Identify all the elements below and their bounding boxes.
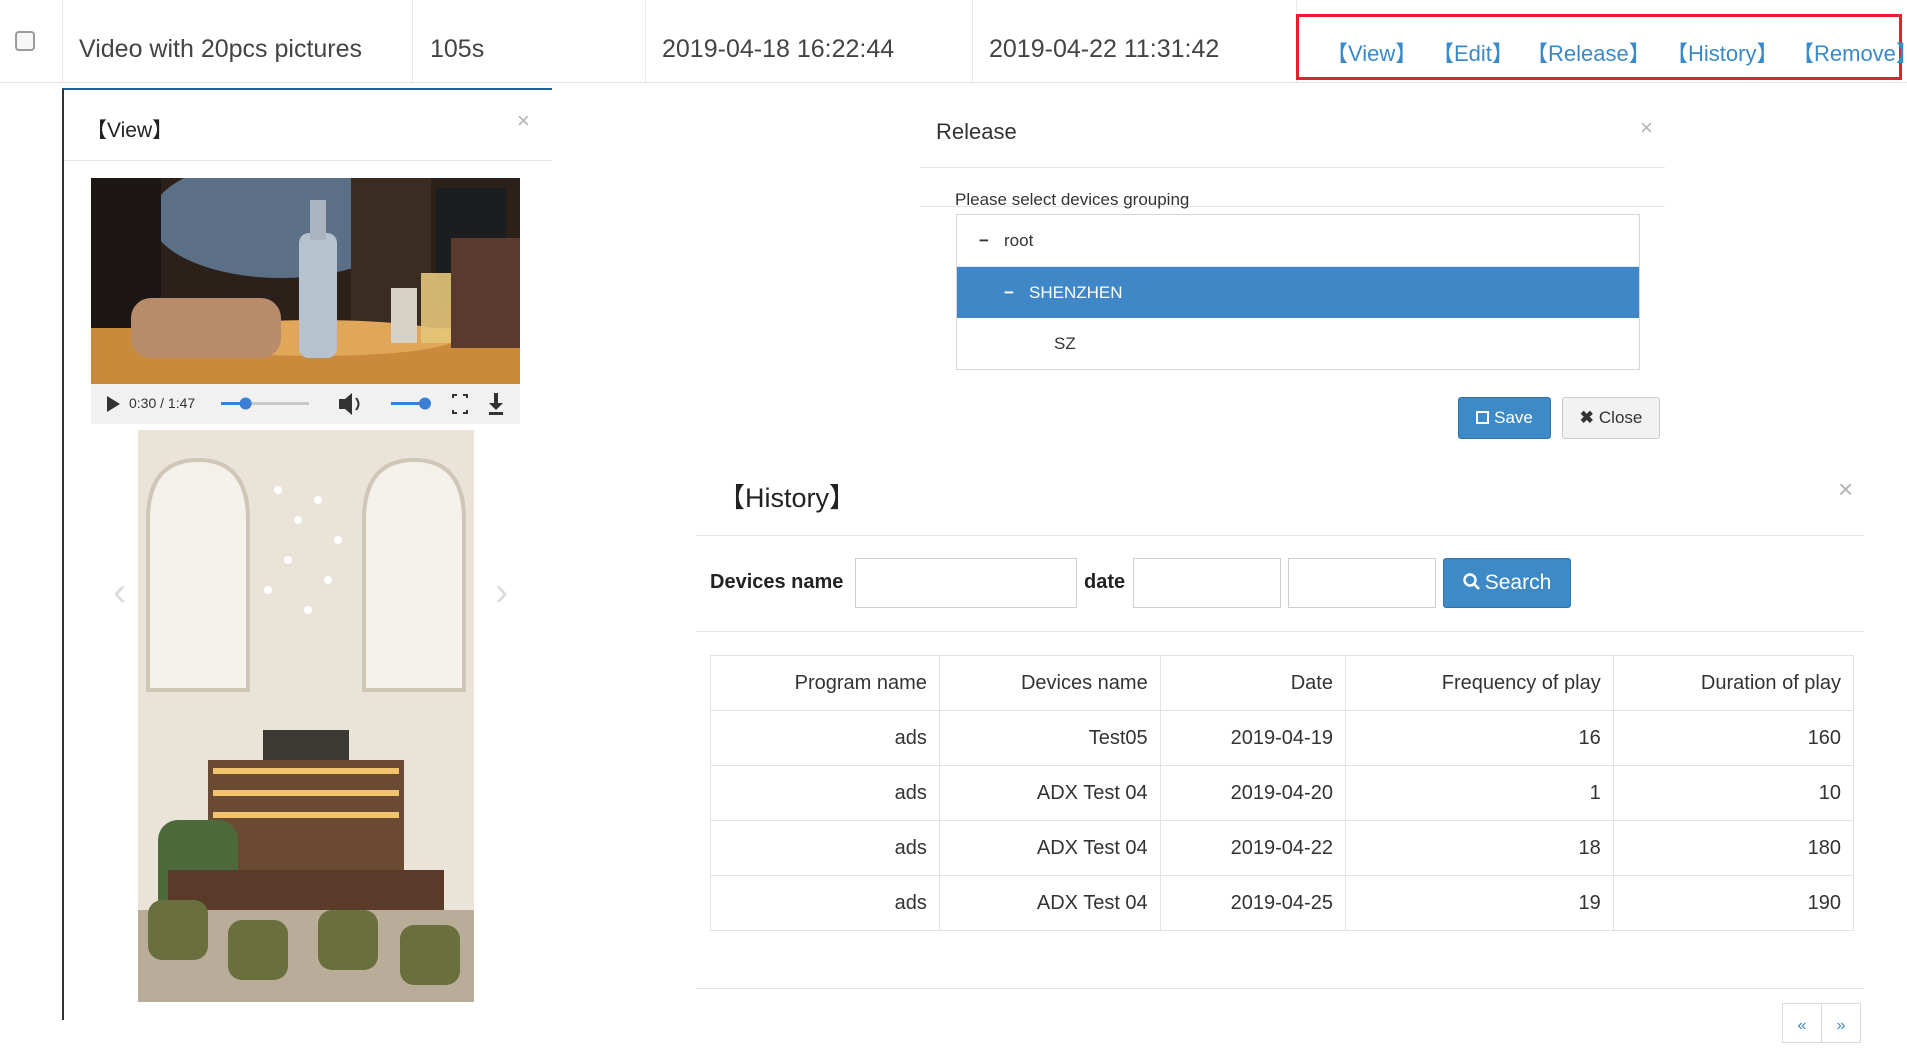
cell-date: 2019-04-22 bbox=[1159, 820, 1346, 876]
collapse-icon[interactable]: − bbox=[979, 215, 989, 266]
edit-link[interactable]: 【Edit】 bbox=[1432, 36, 1514, 68]
history-modal-close-icon[interactable]: × bbox=[1838, 474, 1853, 505]
remove-link[interactable]: 【Remove】 bbox=[1792, 36, 1907, 68]
cell-duration: 180 bbox=[1612, 820, 1855, 876]
tree-node-sz[interactable]: SZ bbox=[957, 318, 1639, 369]
cell-date: 2019-04-25 bbox=[1159, 875, 1346, 931]
progress-slider[interactable] bbox=[221, 397, 309, 410]
close-button-label: Close bbox=[1598, 408, 1643, 427]
tree-node-label: SZ bbox=[1054, 334, 1076, 353]
search-icon bbox=[1463, 573, 1480, 590]
video-frame-image bbox=[91, 178, 520, 384]
devices-name-input[interactable] bbox=[855, 558, 1077, 608]
history-modal-title: 【History】 bbox=[718, 483, 857, 513]
tree-node-label: root bbox=[1004, 231, 1034, 250]
cell-duration: 190 bbox=[1612, 875, 1855, 931]
column-header: Program name bbox=[710, 655, 940, 711]
column-header: Date bbox=[1159, 655, 1346, 711]
cell-program: ads bbox=[710, 710, 940, 766]
carousel-image bbox=[138, 430, 474, 1002]
view-modal-close-icon[interactable]: × bbox=[517, 108, 530, 134]
created-time: 2019-04-18 16:22:44 bbox=[662, 35, 895, 63]
devices-grouping-label: Please select devices grouping bbox=[955, 190, 1190, 209]
program-row: Video with 20pcs pictures 105s 2019-04-1… bbox=[0, 0, 1907, 83]
date-end-input[interactable] bbox=[1288, 558, 1436, 608]
play-icon[interactable] bbox=[107, 396, 120, 412]
column-header: Frequency of play bbox=[1344, 655, 1614, 711]
cell-frequency: 16 bbox=[1344, 710, 1614, 766]
column-divider bbox=[645, 0, 646, 82]
date-start-input[interactable] bbox=[1133, 558, 1281, 608]
view-link[interactable]: 【View】 bbox=[1326, 36, 1417, 68]
carousel-next-icon[interactable]: › bbox=[495, 570, 508, 615]
pager-prev-button[interactable]: « bbox=[1782, 1003, 1822, 1043]
cell-program: ads bbox=[710, 875, 940, 931]
save-button[interactable]: Save bbox=[1458, 397, 1551, 439]
volume-icon[interactable] bbox=[339, 393, 360, 415]
table-row: ads Test05 2019-04-19 16 160 bbox=[710, 710, 1855, 766]
carousel-prev-icon[interactable]: ‹ bbox=[113, 570, 126, 615]
tree-node-label: SHENZHEN bbox=[1029, 283, 1123, 302]
cell-device: ADX Test 04 bbox=[938, 820, 1161, 876]
history-modal-divider bbox=[696, 631, 1864, 632]
video-controls: 0:30 / 1:47 bbox=[91, 384, 520, 424]
devices-tree: − root − SHENZHEN SZ bbox=[956, 214, 1640, 370]
column-divider bbox=[62, 0, 63, 82]
cell-program: ads bbox=[710, 765, 940, 821]
column-header: Duration of play bbox=[1612, 655, 1855, 711]
history-link[interactable]: 【History】 bbox=[1666, 36, 1778, 68]
history-modal-divider bbox=[696, 988, 1864, 989]
cell-duration: 10 bbox=[1612, 765, 1855, 821]
cell-device: Test05 bbox=[938, 710, 1161, 766]
view-modal-divider bbox=[64, 160, 552, 161]
search-button[interactable]: Search bbox=[1443, 558, 1571, 608]
cell-program: ads bbox=[710, 820, 940, 876]
row-checkbox[interactable] bbox=[15, 31, 35, 51]
download-icon[interactable] bbox=[489, 393, 503, 415]
updated-time: 2019-04-22 11:31:42 bbox=[989, 35, 1220, 63]
tree-node-root[interactable]: − root bbox=[957, 215, 1639, 267]
collapse-icon[interactable]: − bbox=[1004, 267, 1014, 318]
cell-date: 2019-04-20 bbox=[1159, 765, 1346, 821]
view-modal-title: 【View】 bbox=[86, 119, 174, 142]
table-row: ads ADX Test 04 2019-04-25 19 190 bbox=[710, 875, 1855, 931]
video-player[interactable] bbox=[91, 178, 520, 384]
pager-next-button[interactable]: » bbox=[1821, 1003, 1861, 1043]
cell-frequency: 1 bbox=[1344, 765, 1614, 821]
table-row: ads ADX Test 04 2019-04-20 1 10 bbox=[710, 765, 1855, 821]
tree-node-shenzhen[interactable]: − SHENZHEN bbox=[957, 267, 1639, 318]
cell-duration: 160 bbox=[1612, 710, 1855, 766]
fullscreen-icon[interactable] bbox=[452, 394, 468, 414]
cell-device: ADX Test 04 bbox=[938, 765, 1161, 821]
cell-frequency: 19 bbox=[1344, 875, 1614, 931]
column-divider bbox=[972, 0, 973, 82]
cell-device: ADX Test 04 bbox=[938, 875, 1161, 931]
table-header-row: Program name Devices name Date Frequency… bbox=[710, 655, 1855, 711]
history-modal-divider bbox=[696, 535, 1864, 536]
column-divider bbox=[412, 0, 413, 82]
cell-date: 2019-04-19 bbox=[1159, 710, 1346, 766]
save-button-label: Save bbox=[1494, 408, 1533, 427]
history-table: Program name Devices name Date Frequency… bbox=[710, 655, 1855, 931]
video-time: 0:30 / 1:47 bbox=[129, 395, 196, 411]
close-icon: ✖ bbox=[1579, 408, 1594, 427]
save-icon bbox=[1476, 411, 1490, 424]
date-label: date bbox=[1084, 571, 1126, 593]
release-modal-close-icon[interactable]: × bbox=[1640, 115, 1653, 141]
table-row: ads ADX Test 04 2019-04-22 18 180 bbox=[710, 820, 1855, 876]
release-modal-title: Release bbox=[936, 119, 1017, 144]
close-button[interactable]: ✖ Close bbox=[1562, 397, 1660, 439]
release-link[interactable]: 【Release】 bbox=[1526, 36, 1651, 68]
volume-slider[interactable] bbox=[391, 397, 431, 410]
program-name: Video with 20pcs pictures bbox=[79, 35, 363, 63]
devices-name-label: Devices name bbox=[710, 571, 844, 593]
release-modal-divider bbox=[920, 167, 1665, 168]
cell-frequency: 18 bbox=[1344, 820, 1614, 876]
column-header: Devices name bbox=[938, 655, 1161, 711]
program-duration: 105s bbox=[430, 35, 485, 63]
search-button-label: Search bbox=[1484, 571, 1552, 594]
